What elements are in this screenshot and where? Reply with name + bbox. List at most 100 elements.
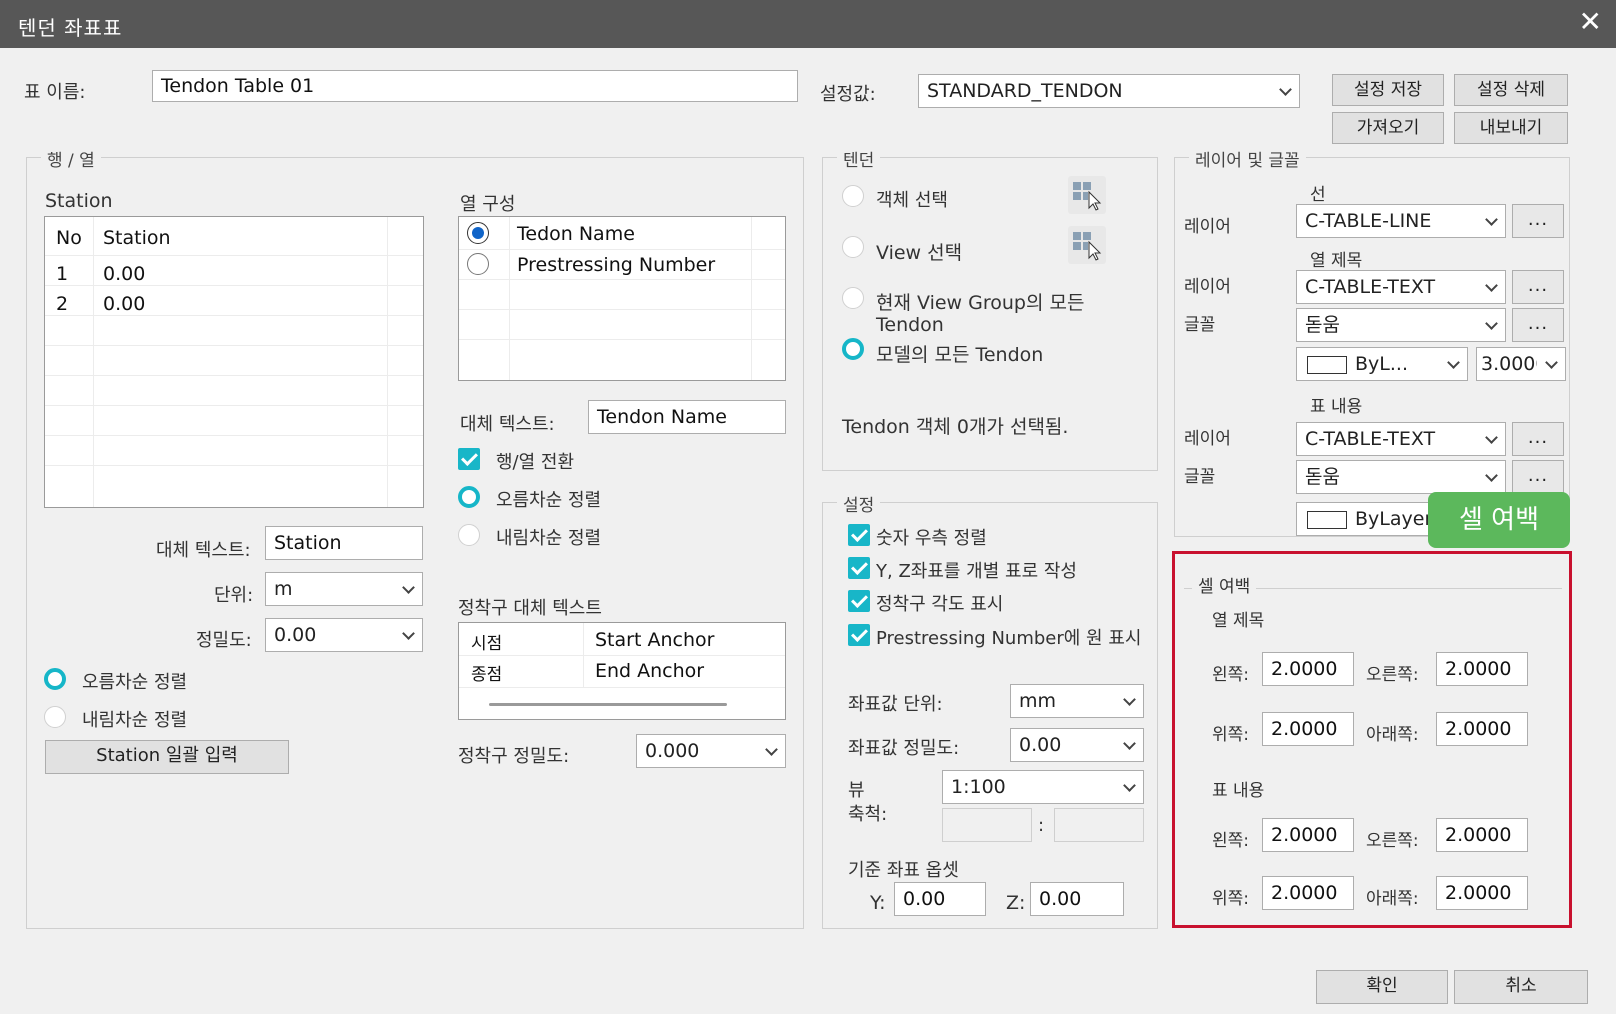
station-header-station: Station	[103, 227, 171, 249]
table-cell[interactable]: 0.00	[103, 293, 145, 315]
chevron-down-icon	[1479, 205, 1505, 237]
column-item-tendon-name[interactable]: Tedon Name	[517, 223, 635, 245]
coord-precision-select[interactable]: 0.00	[1010, 728, 1144, 762]
tendon-group-label-line1: 현재 View Group의 모든	[876, 292, 1085, 314]
coord-precision-label: 좌표값 정밀도:	[848, 738, 960, 759]
offset-y-label: Y:	[870, 892, 886, 914]
column-title-size-value: 3.0000	[1481, 353, 1537, 375]
column-item-radio-tendon-name[interactable]	[467, 222, 489, 244]
horizontal-scrollbar[interactable]	[489, 703, 727, 706]
margin-body-title: 표 내용	[1212, 781, 1265, 801]
margin-col-bottom-input[interactable]: 2.0000	[1436, 712, 1528, 746]
table-row[interactable]: 1	[56, 263, 68, 285]
transpose-checkbox[interactable]	[458, 448, 480, 470]
line-layer-browse-button[interactable]: ...	[1512, 204, 1564, 238]
body-font-browse-button[interactable]: ...	[1512, 460, 1564, 494]
margin-body-left-input[interactable]: 2.0000	[1262, 818, 1354, 852]
anchor-angle-checkbox[interactable]	[848, 590, 870, 612]
export-button[interactable]: 내보내기	[1454, 112, 1568, 144]
chevron-down-icon	[396, 573, 422, 605]
anchor-alt-text-title: 정착구 대체 텍스트	[458, 598, 602, 619]
tendon-group-label-line2: Tendon	[876, 314, 944, 336]
right-align-numbers-label: 숫자 우측 정렬	[876, 528, 987, 549]
precision-value: 0.00	[274, 624, 317, 646]
cancel-button[interactable]: 취소	[1454, 970, 1588, 1004]
cell-margin-group-title: 셀 여백	[1192, 572, 1257, 597]
unit-select[interactable]: m	[265, 572, 423, 606]
chevron-down-icon	[1273, 75, 1299, 107]
right-align-numbers-checkbox[interactable]	[848, 524, 870, 546]
table-cell[interactable]: 0.00	[103, 263, 145, 285]
margin-body-bottom-input[interactable]: 2.0000	[1436, 876, 1528, 910]
column-title-font-browse-button[interactable]: ...	[1512, 308, 1564, 342]
chevron-down-icon	[1441, 348, 1467, 380]
anchor-end-text[interactable]: End Anchor	[595, 660, 704, 682]
offset-y-input[interactable]: 0.00	[894, 882, 986, 916]
tendon-object-select-radio[interactable]	[842, 185, 864, 207]
column-asc-radio[interactable]	[458, 486, 480, 508]
margin-body-right-input[interactable]: 2.0000	[1436, 818, 1528, 852]
view-scale-select[interactable]: 1:100	[942, 770, 1144, 804]
column-title-section-title: 열 제목	[1310, 251, 1363, 271]
margin-body-bottom-label: 아래쪽:	[1366, 889, 1419, 909]
pick-view-icon[interactable]	[1068, 226, 1106, 264]
coord-unit-label: 좌표값 단위:	[848, 694, 943, 715]
delete-preset-button[interactable]: 설정 삭제	[1454, 74, 1568, 106]
column-desc-radio[interactable]	[458, 524, 480, 546]
coord-unit-select[interactable]: mm	[1010, 684, 1144, 718]
settings-group-title: 설정	[837, 491, 881, 516]
table-row[interactable]: 2	[56, 293, 68, 315]
column-title-color-select[interactable]: ByL...	[1296, 347, 1468, 381]
anchor-precision-select[interactable]: 0.000	[636, 734, 786, 768]
body-layer-value: C-TABLE-TEXT	[1305, 428, 1436, 450]
margin-col-left-input[interactable]: 2.0000	[1262, 652, 1354, 686]
chevron-down-icon	[1479, 271, 1505, 303]
tendon-model-all-radio[interactable]	[842, 338, 864, 360]
station-label: Station	[45, 190, 113, 212]
anchor-precision-value: 0.000	[645, 740, 700, 762]
station-bulk-input-button[interactable]: Station 일괄 입력	[45, 740, 289, 774]
rowcol-group-title: 행 / 열	[41, 146, 101, 171]
station-table[interactable]: No Station 1 0.00 2 0.00	[44, 216, 424, 508]
column-alt-text-input[interactable]: Tendon Name	[588, 400, 786, 434]
column-title-layer-browse-button[interactable]: ...	[1512, 270, 1564, 304]
import-button[interactable]: 가져오기	[1332, 112, 1444, 144]
unit-value: m	[274, 578, 293, 600]
tendon-group-title: 텐던	[837, 146, 881, 171]
pick-object-icon[interactable]	[1068, 176, 1106, 214]
tendon-view-select-radio[interactable]	[842, 236, 864, 258]
precision-select[interactable]: 0.00	[265, 618, 423, 652]
tendon-group-radio[interactable]	[842, 287, 864, 309]
separate-yz-table-checkbox[interactable]	[848, 557, 870, 579]
anchor-table[interactable]: 시점 Start Anchor 종점 End Anchor	[458, 622, 786, 720]
column-item-radio-prestressing-number[interactable]	[467, 253, 489, 275]
save-preset-button[interactable]: 설정 저장	[1332, 74, 1444, 106]
body-layer-browse-button[interactable]: ...	[1512, 422, 1564, 456]
column-title-font-select[interactable]: 돋움	[1296, 308, 1506, 342]
chevron-down-icon	[1479, 309, 1505, 341]
close-icon[interactable]: ✕	[1579, 6, 1602, 38]
ok-button[interactable]: 확인	[1316, 970, 1448, 1004]
prestressing-circle-checkbox[interactable]	[848, 624, 870, 646]
offset-z-input[interactable]: 0.00	[1030, 882, 1124, 916]
station-asc-radio[interactable]	[44, 668, 66, 690]
column-title-layer-select[interactable]: C-TABLE-TEXT	[1296, 270, 1506, 304]
preset-select[interactable]: STANDARD_TENDON	[918, 74, 1300, 108]
body-layer-select[interactable]: C-TABLE-TEXT	[1296, 422, 1506, 456]
station-desc-radio[interactable]	[44, 706, 66, 728]
prestressing-circle-label: Prestressing Number에 원 표시	[876, 628, 1142, 649]
tendon-model-all-label: 모델의 모든 Tendon	[876, 344, 1044, 366]
anchor-start-text[interactable]: Start Anchor	[595, 629, 714, 651]
margin-body-top-input[interactable]: 2.0000	[1262, 876, 1354, 910]
line-layer-select[interactable]: C-TABLE-LINE	[1296, 204, 1506, 238]
margin-col-right-input[interactable]: 2.0000	[1436, 652, 1528, 686]
margin-col-left-label: 왼쪽:	[1212, 665, 1250, 685]
column-item-prestressing-number[interactable]: Prestressing Number	[517, 254, 715, 276]
chevron-down-icon	[1479, 423, 1505, 455]
column-title-size-select[interactable]: 3.0000	[1476, 347, 1566, 381]
margin-col-top-input[interactable]: 2.0000	[1262, 712, 1354, 746]
column-list[interactable]: Tedon Name Prestressing Number	[458, 216, 786, 381]
table-name-input[interactable]: Tendon Table 01	[152, 70, 798, 102]
body-font-select[interactable]: 돋움	[1296, 460, 1506, 494]
station-alt-text-input[interactable]: Station	[265, 526, 423, 560]
